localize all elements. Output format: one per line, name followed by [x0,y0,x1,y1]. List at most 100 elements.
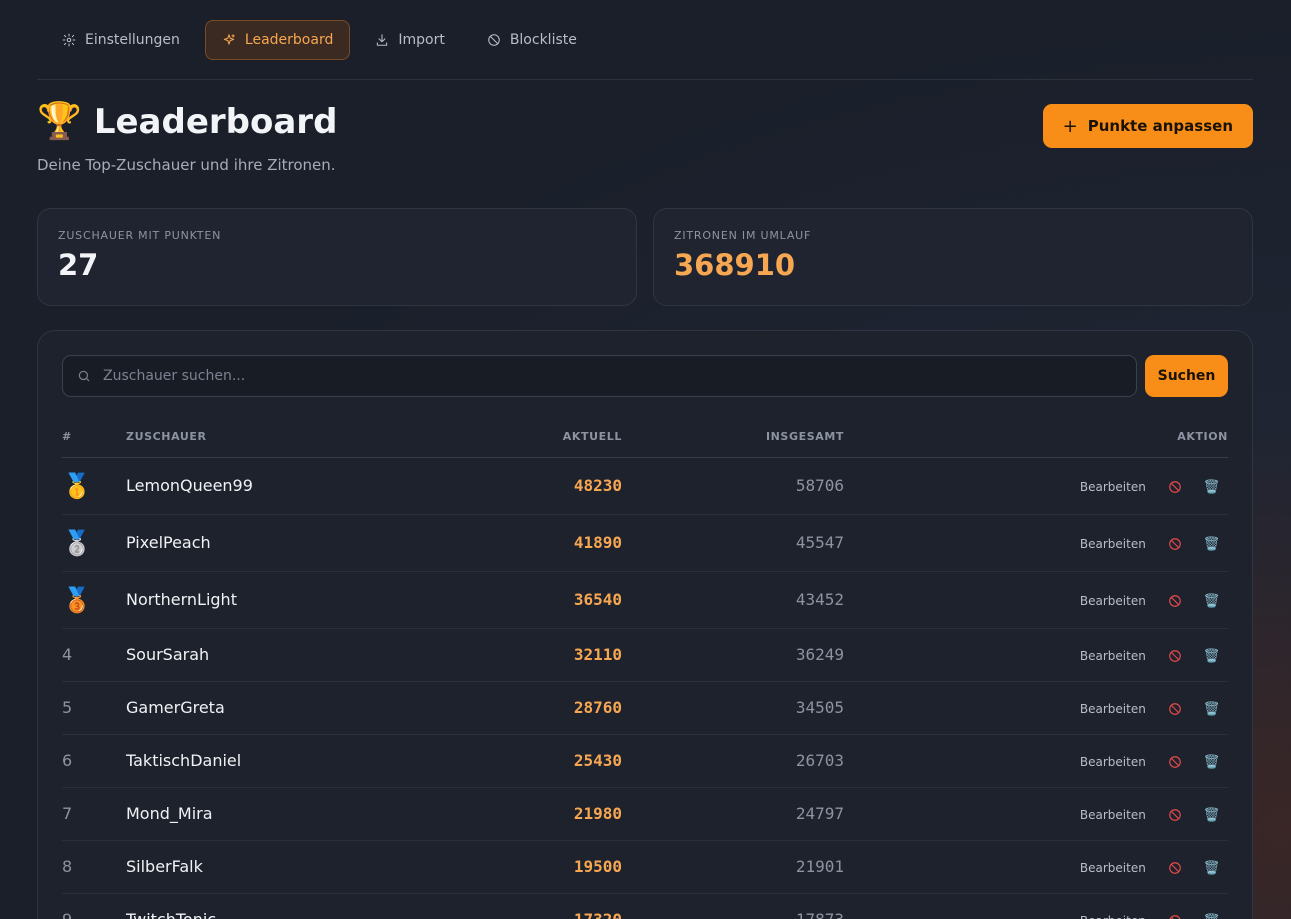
row-viewer-name: GamerGreta [126,681,462,735]
block-icon[interactable] [1168,480,1182,494]
col-current: AKTUELL [462,417,622,458]
row-current-points: 48230 [462,457,622,515]
table-body: 🥇 LemonQueen99 48230 58706 Bearbeiten 🗑️… [62,457,1228,919]
leaderboard-table: # ZUSCHAUER AKTUELL INSGESAMT AKTION 🥇 L… [62,417,1228,919]
row-current-points: 19500 [462,840,622,894]
search-icon [78,370,90,382]
edit-button[interactable]: Bearbeiten [1080,702,1146,716]
edit-button[interactable]: Bearbeiten [1080,861,1146,875]
row-viewer-name: PixelPeach [126,514,462,572]
trash-icon[interactable]: 🗑️ [1204,649,1220,664]
stat-card-lemons: ZITRONEN IM UMLAUF 368910 [653,208,1253,306]
tab-bar: Einstellungen Leaderboard Import Blockli… [37,0,1253,80]
row-viewer-name: TaktischDaniel [126,734,462,788]
search-button[interactable]: Suchen [1145,355,1228,397]
col-name: ZUSCHAUER [126,417,462,458]
stat-value: 27 [58,248,99,282]
adjust-points-button[interactable]: + Punkte anpassen [1042,104,1253,148]
table-row: 🥉 NorthernLight 36540 43452 Bearbeiten 🗑… [62,571,1228,629]
trash-icon[interactable]: 🗑️ [1204,537,1220,552]
block-icon[interactable] [1168,702,1182,716]
gear-icon [62,33,76,46]
row-rank: 🥈 [62,514,126,572]
row-total-points: 34505 [622,681,844,735]
edit-button[interactable]: Bearbeiten [1080,808,1146,822]
row-rank: 6 [62,734,126,788]
row-viewer-name: TwitchTonic [126,893,462,919]
tab-blockliste[interactable]: Blockliste [470,20,594,60]
adjust-points-label: Punkte anpassen [1087,117,1233,135]
row-total-points: 45547 [622,514,844,572]
medal-icon: 🥈 [62,528,92,557]
row-viewer-name: SilberFalk [126,840,462,894]
edit-button[interactable]: Bearbeiten [1080,537,1146,551]
search-input[interactable] [63,368,1136,384]
row-current-points: 28760 [462,681,622,735]
row-actions: Bearbeiten 🗑️ [844,457,1228,515]
trash-icon[interactable]: 🗑️ [1204,914,1220,919]
col-rank: # [62,417,126,458]
edit-button[interactable]: Bearbeiten [1080,594,1146,608]
trash-icon[interactable]: 🗑️ [1204,594,1220,609]
search-box [62,355,1137,397]
row-viewer-name: LemonQueen99 [126,457,462,515]
trash-icon[interactable]: 🗑️ [1204,755,1220,770]
block-icon[interactable] [1168,649,1182,663]
block-icon[interactable] [1168,537,1182,551]
row-viewer-name: NorthernLight [126,571,462,629]
row-actions: Bearbeiten 🗑️ [844,840,1228,894]
row-rank: 4 [62,628,126,682]
row-rank: 🥉 [62,571,126,629]
table-row: 🥇 LemonQueen99 48230 58706 Bearbeiten 🗑️ [62,457,1228,515]
col-total: INSGESAMT [622,417,844,458]
row-total-points: 24797 [622,787,844,841]
ban-icon [488,33,500,46]
block-icon[interactable] [1168,808,1182,822]
sparkle-icon [223,33,235,45]
row-viewer-name: Mond_Mira [126,787,462,841]
block-icon[interactable] [1168,755,1182,769]
edit-button[interactable]: Bearbeiten [1080,755,1146,769]
trash-icon[interactable]: 🗑️ [1204,808,1220,823]
stat-card-viewers: ZUSCHAUER MIT PUNKTEN 27 [37,208,637,306]
search-row: Suchen [62,355,1228,397]
row-actions: Bearbeiten 🗑️ [844,628,1228,682]
row-total-points: 58706 [622,457,844,515]
tab-einstellungen[interactable]: Einstellungen [45,20,197,60]
table-row: 7 Mond_Mira 21980 24797 Bearbeiten 🗑️ [62,787,1228,841]
trash-icon[interactable]: 🗑️ [1204,702,1220,717]
tab-leaderboard[interactable]: Leaderboard [204,19,351,60]
edit-button[interactable]: Bearbeiten [1080,480,1146,494]
edit-button[interactable]: Bearbeiten [1080,649,1146,663]
tab-label: Leaderboard [244,31,334,48]
leaderboard-panel: Suchen # ZUSCHAUER AKTUELL INSGESAMT AKT… [37,330,1253,919]
row-total-points: 26703 [622,734,844,788]
row-actions: Bearbeiten 🗑️ [844,893,1228,919]
trophy-icon: 🏆 [37,101,82,142]
row-current-points: 36540 [462,571,622,629]
row-actions: Bearbeiten 🗑️ [844,571,1228,629]
row-actions: Bearbeiten 🗑️ [844,787,1228,841]
page-subtitle: Deine Top-Zuschauer und ihre Zitronen. [37,156,336,174]
tab-import[interactable]: Import [358,20,461,60]
stat-value: 368910 [674,248,796,282]
block-icon[interactable] [1168,914,1182,919]
row-current-points: 41890 [462,514,622,572]
trash-icon[interactable]: 🗑️ [1204,861,1220,876]
row-actions: Bearbeiten 🗑️ [844,734,1228,788]
row-total-points: 17873 [622,893,844,919]
row-total-points: 21901 [622,840,844,894]
page-title-text: Leaderboard [93,102,338,142]
row-current-points: 32110 [462,628,622,682]
table-row: 4 SourSarah 32110 36249 Bearbeiten 🗑️ [62,628,1228,682]
trash-icon[interactable]: 🗑️ [1204,480,1220,495]
table-row: 🥈 PixelPeach 41890 45547 Bearbeiten 🗑️ [62,514,1228,572]
stat-label: ZITRONEN IM UMLAUF [674,229,812,242]
edit-button[interactable]: Bearbeiten [1080,914,1146,919]
page-title: 🏆 Leaderboard [37,102,337,142]
col-action: AKTION [844,417,1228,458]
row-total-points: 36249 [622,628,844,682]
tab-label: Blockliste [509,31,577,48]
block-icon[interactable] [1168,861,1182,875]
block-icon[interactable] [1168,594,1182,608]
